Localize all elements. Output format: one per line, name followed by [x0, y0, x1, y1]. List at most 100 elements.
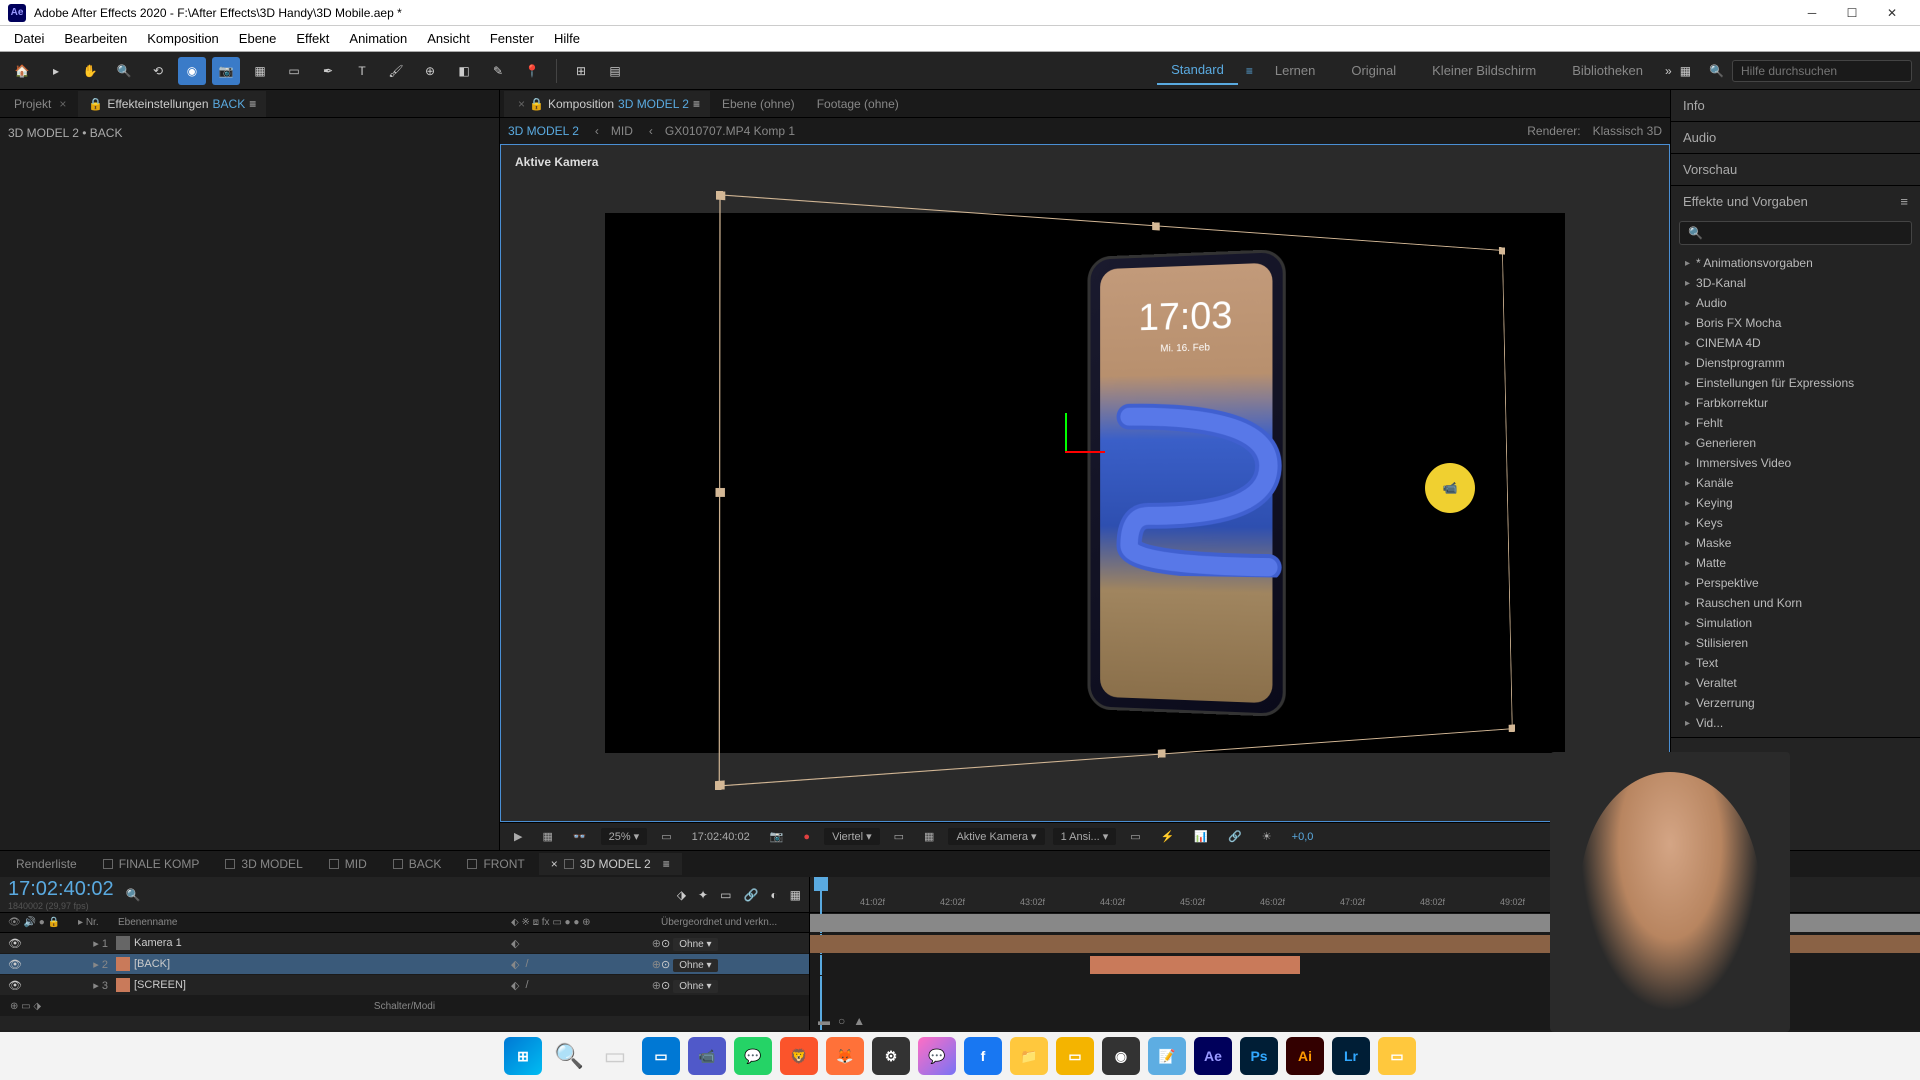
tl-footer-icon[interactable]: ⊕ ▭ ⬗	[10, 1001, 41, 1012]
effects-category[interactable]: ▸Audio	[1671, 293, 1920, 313]
workspace-lernen[interactable]: Lernen	[1261, 57, 1329, 84]
effects-category[interactable]: ▸Verzerrung	[1671, 693, 1920, 713]
panel-menu-icon[interactable]: ≡	[1900, 194, 1908, 209]
effects-category[interactable]: ▸Veraltet	[1671, 673, 1920, 693]
channel-icon[interactable]: ●	[797, 829, 816, 845]
align-tool[interactable]: ▤	[601, 57, 629, 85]
tl-tool-icon[interactable]: ▦	[790, 888, 801, 902]
menu-effekt[interactable]: Effekt	[286, 27, 339, 50]
parent-dropdown[interactable]: Ohne ▾	[673, 938, 717, 951]
zoom-in-icon[interactable]: ▲	[853, 1014, 865, 1028]
effects-category[interactable]: ▸Stilisieren	[1671, 633, 1920, 653]
effects-category[interactable]: ▸Text	[1671, 653, 1920, 673]
effects-search[interactable]: 🔍	[1679, 221, 1912, 245]
timeline-layer[interactable]: 👁▸ 3[SCREEN]⬖/⊕⊙ Ohne ▾	[0, 975, 809, 996]
grid-icon[interactable]: ▦	[536, 828, 558, 845]
parent-dropdown[interactable]: Ohne ▾	[673, 980, 717, 993]
close-button[interactable]: ✕	[1872, 0, 1912, 26]
eraser-tool[interactable]: ◧	[450, 57, 478, 85]
app-whatsapp[interactable]: 💬	[732, 1035, 774, 1077]
help-search-input[interactable]	[1732, 60, 1912, 82]
menu-bearbeiten[interactable]: Bearbeiten	[54, 27, 137, 50]
app-obs[interactable]: ◉	[1100, 1035, 1142, 1077]
tab-projekt[interactable]: Projekt×	[4, 91, 76, 117]
tl-tool-icon[interactable]: ✦	[698, 888, 708, 902]
layer-name[interactable]: [BACK]	[134, 958, 511, 970]
workspace-bibliotheken[interactable]: Bibliotheken	[1558, 57, 1657, 84]
menu-datei[interactable]: Datei	[4, 27, 54, 50]
menu-hilfe[interactable]: Hilfe	[544, 27, 590, 50]
panel-vorschau[interactable]: Vorschau	[1671, 154, 1920, 185]
panel-effekte[interactable]: Effekte und Vorgaben≡	[1671, 186, 1920, 217]
tl-tab-back[interactable]: BACK	[381, 853, 454, 875]
pickwhip-icon[interactable]: ⊙	[661, 980, 670, 992]
app-lightroom[interactable]: Lr	[1330, 1035, 1372, 1077]
workspace-grid-icon[interactable]: ▦	[1680, 64, 1691, 78]
panel-audio[interactable]: Audio	[1671, 122, 1920, 153]
track-bar-screen[interactable]	[1090, 956, 1300, 974]
visibility-icon[interactable]: 👁	[8, 957, 22, 971]
tab-effekteinstellungen[interactable]: 🔒 Effekteinstellungen BACK ≡	[78, 91, 266, 117]
effects-category[interactable]: ▸Generieren	[1671, 433, 1920, 453]
timeline-icon[interactable]: 📊	[1188, 828, 1214, 845]
tl-tool-icon[interactable]: ▭	[720, 888, 731, 902]
timecode-display[interactable]: 17:02:40:02	[686, 829, 756, 845]
hand-tool[interactable]: ✋	[76, 57, 104, 85]
app-unknown1[interactable]: ⚙	[870, 1035, 912, 1077]
effects-category[interactable]: ▸Immersives Video	[1671, 453, 1920, 473]
effects-category[interactable]: ▸CINEMA 4D	[1671, 333, 1920, 353]
mask-icon[interactable]: 👓	[567, 828, 593, 845]
zoom-tool[interactable]: 🔍	[110, 57, 138, 85]
expand-icon[interactable]: ▸	[93, 938, 99, 950]
tl-tab-3dmodel2[interactable]: ×3D MODEL 2≡	[539, 853, 682, 875]
tl-tab-3dmodel[interactable]: 3D MODEL	[213, 853, 314, 875]
selection-tool[interactable]: ▸	[42, 57, 70, 85]
tl-tool-icon[interactable]: ◐	[770, 888, 777, 902]
workspace-standard[interactable]: Standard	[1157, 56, 1238, 85]
menu-ebene[interactable]: Ebene	[229, 27, 287, 50]
puppet-tool[interactable]: 📍	[518, 57, 546, 85]
tl-tool-icon[interactable]: ⬗	[677, 888, 686, 902]
effects-category[interactable]: ▸Dienstprogramm	[1671, 353, 1920, 373]
pixel-aspect-icon[interactable]: ▭	[1124, 828, 1146, 845]
clone-tool[interactable]: ⊕	[416, 57, 444, 85]
tab-menu-icon[interactable]: ≡	[249, 97, 256, 111]
expand-icon[interactable]: ▸	[93, 959, 99, 971]
exposure-icon[interactable]: ☀	[1256, 828, 1278, 845]
maximize-button[interactable]: ☐	[1832, 0, 1872, 26]
layer-name[interactable]: Kamera 1	[134, 937, 511, 949]
menu-ansicht[interactable]: Ansicht	[417, 27, 480, 50]
app-photoshop[interactable]: Ps	[1238, 1035, 1280, 1077]
effects-category[interactable]: ▸Einstellungen für Expressions	[1671, 373, 1920, 393]
rotation-tool[interactable]: ◉	[178, 57, 206, 85]
render-icon[interactable]: ▶	[508, 828, 528, 845]
tab-menu-icon[interactable]: ≡	[663, 857, 670, 871]
brush-tool[interactable]: 🖌	[382, 57, 410, 85]
col-arrow-icon[interactable]: ▸	[78, 917, 83, 928]
app-illustrator[interactable]: Ai	[1284, 1035, 1326, 1077]
tl-tab-front[interactable]: FRONT	[455, 853, 536, 875]
pickwhip-icon[interactable]: ⊙	[661, 959, 670, 971]
effects-category[interactable]: ▸Maske	[1671, 533, 1920, 553]
pickwhip-icon[interactable]: ⊙	[661, 938, 670, 950]
tl-tool-icon[interactable]: 🔗	[743, 888, 758, 902]
effects-category[interactable]: ▸Perspektive	[1671, 573, 1920, 593]
snapshot-icon[interactable]: 📷	[764, 828, 790, 845]
workspace-menu-icon[interactable]: ≡	[1246, 64, 1253, 78]
camera-tool[interactable]: 📷	[212, 57, 240, 85]
timeline-layer[interactable]: 👁▸ 2[BACK]⬖/⊕⊙ Ohne ▾	[0, 954, 809, 975]
tab-footage[interactable]: Footage (ohne)	[807, 91, 909, 117]
camera-dropdown[interactable]: Aktive Kamera ▾	[948, 828, 1044, 845]
menu-fenster[interactable]: Fenster	[480, 27, 544, 50]
menu-animation[interactable]: Animation	[339, 27, 417, 50]
effects-category[interactable]: ▸Vid...	[1671, 713, 1920, 733]
workspace-overflow-icon[interactable]: »	[1665, 64, 1672, 78]
app-unknown2[interactable]: ▭	[1054, 1035, 1096, 1077]
menu-komposition[interactable]: Komposition	[137, 27, 229, 50]
resolution-dropdown[interactable]: Viertel ▾	[824, 828, 880, 845]
app-explorer[interactable]: ▭	[640, 1035, 682, 1077]
tl-tab-finale[interactable]: FINALE KOMP	[91, 853, 212, 875]
tl-tab-renderliste[interactable]: Renderliste	[4, 853, 89, 875]
visibility-icon[interactable]: 👁	[8, 978, 22, 992]
effects-category[interactable]: ▸Simulation	[1671, 613, 1920, 633]
